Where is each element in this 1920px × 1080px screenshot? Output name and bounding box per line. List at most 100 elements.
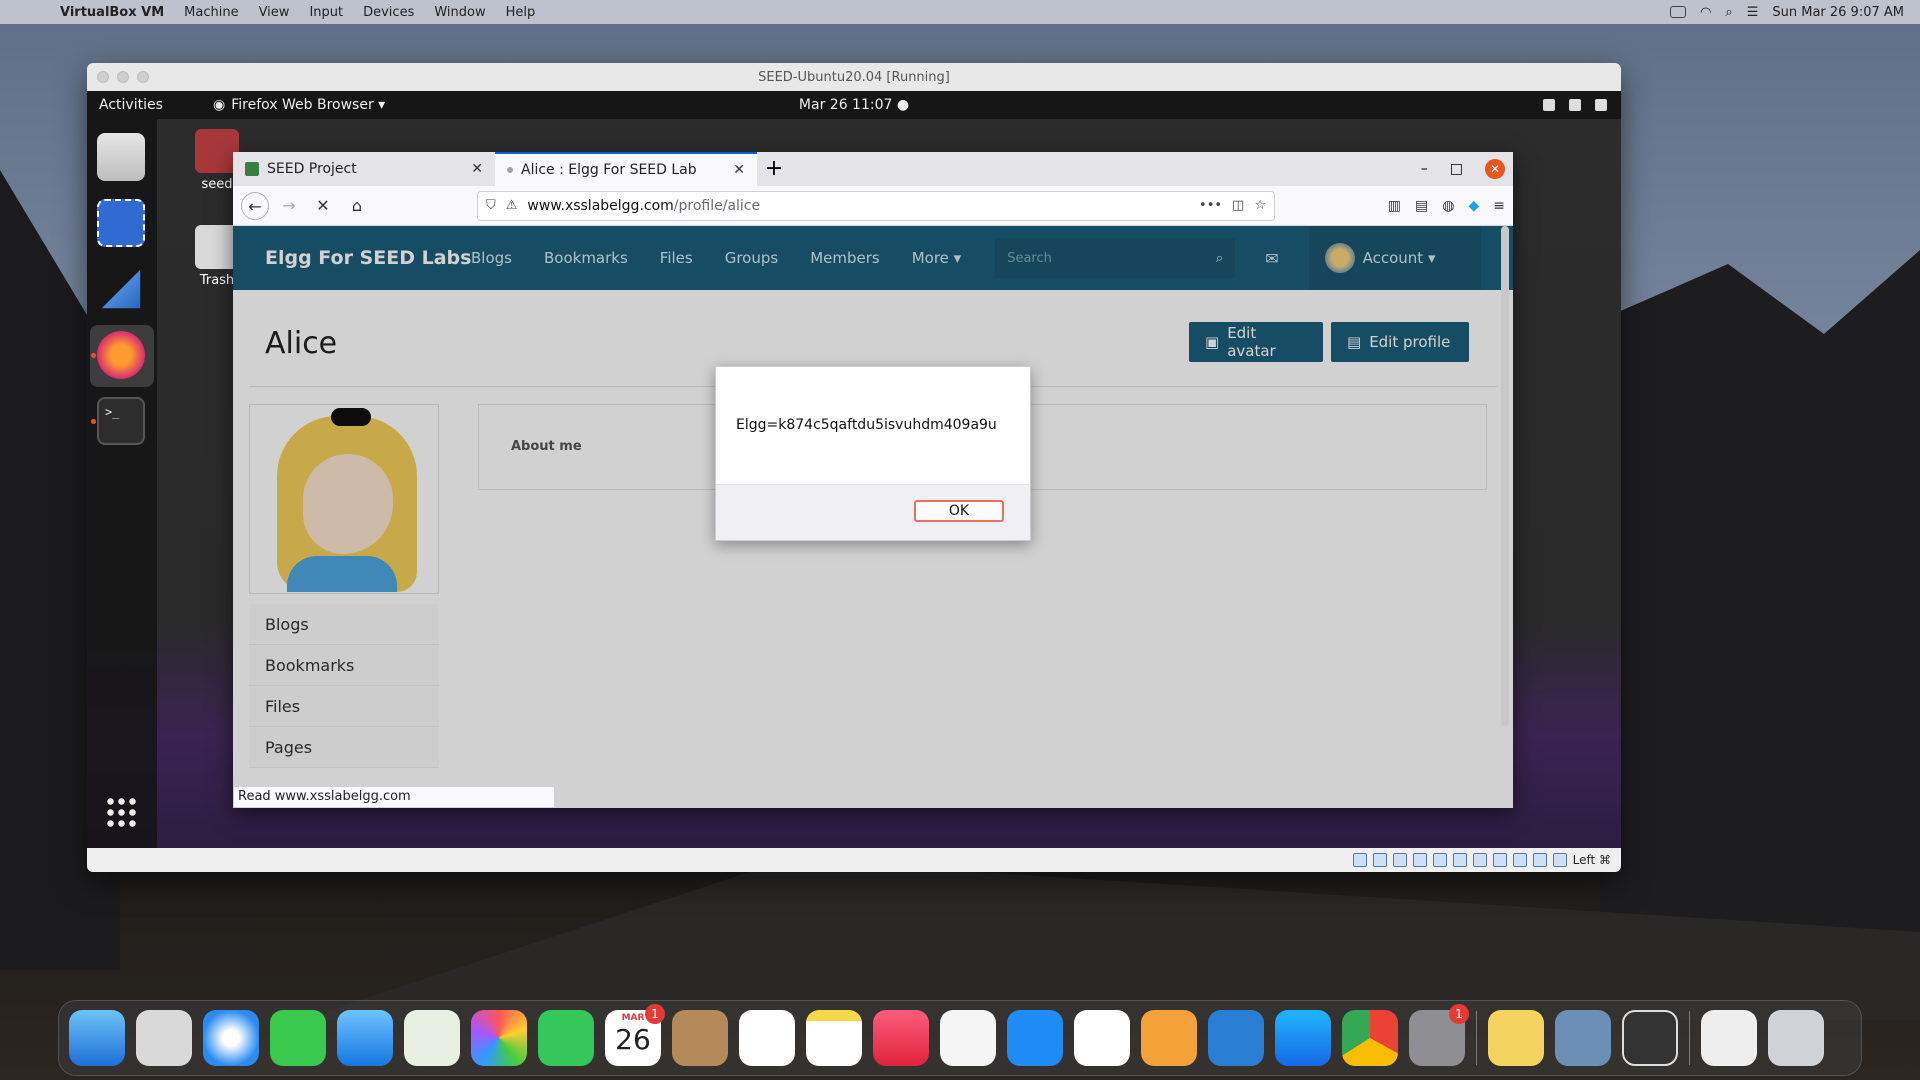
mouse-integration-icon[interactable] <box>1532 853 1547 867</box>
mac-dock: MAR 26 1 1 <box>58 1000 1862 1076</box>
tracking-shield-icon[interactable]: ⛉ <box>486 198 496 213</box>
system-settings-icon[interactable]: 1 <box>1409 1004 1469 1066</box>
library-icon[interactable]: ▥ <box>1388 198 1401 214</box>
sidebar-icon[interactable]: ▤ <box>1415 198 1428 214</box>
documents-stack-icon[interactable] <box>1701 1010 1757 1066</box>
running-indicator <box>91 419 96 424</box>
stop-loading-button[interactable]: ✕ <box>309 192 337 220</box>
bookmark-star-icon[interactable]: ☆ <box>1254 198 1266 213</box>
menu-window[interactable]: Window <box>424 5 495 20</box>
seed-favicon-icon <box>245 162 259 176</box>
news-icon[interactable] <box>940 1010 996 1066</box>
menu-view[interactable]: View <box>249 5 300 20</box>
network-adapter-icon[interactable] <box>1412 853 1427 867</box>
notes-icon[interactable] <box>806 1010 862 1066</box>
tab-close-icon[interactable]: ✕ <box>733 162 745 178</box>
menu-devices[interactable]: Devices <box>353 5 424 20</box>
contacts-icon[interactable] <box>672 1010 728 1066</box>
app-menu[interactable]: ◉ Firefox Web Browser ▾ <box>213 97 385 113</box>
music-icon[interactable] <box>873 1010 929 1066</box>
tab-close-icon[interactable]: ✕ <box>471 161 483 177</box>
hamburger-menu-icon[interactable]: ≡ <box>1493 198 1505 214</box>
optical-drive-icon[interactable] <box>1372 853 1387 867</box>
firefox-app-icon[interactable] <box>97 331 145 379</box>
close-icon[interactable]: ✕ <box>1485 159 1505 179</box>
close-window-button[interactable] <box>97 71 109 83</box>
pocket-icon[interactable]: ◫ <box>1232 198 1244 213</box>
files-app-icon[interactable] <box>97 133 145 181</box>
menu-machine[interactable]: Machine <box>174 5 248 20</box>
url-path: /profile/alice <box>673 197 761 214</box>
account-icon[interactable]: ◍ <box>1442 198 1454 214</box>
safari-icon[interactable] <box>203 1010 259 1066</box>
back-button[interactable]: ← <box>241 191 269 220</box>
new-tab-button[interactable]: + <box>757 152 791 186</box>
extension-icon[interactable]: ◆ <box>1468 198 1479 214</box>
menu-app-name[interactable]: VirtualBox VM <box>50 5 174 20</box>
launchpad-icon[interactable] <box>136 1010 192 1066</box>
menu-help[interactable]: Help <box>496 5 546 20</box>
maps-icon[interactable] <box>404 1010 460 1066</box>
virtualbox-icon[interactable] <box>1555 1010 1611 1066</box>
audio-icon[interactable] <box>1392 853 1407 867</box>
reminders-icon[interactable] <box>739 1010 795 1066</box>
display-icon[interactable] <box>1472 853 1487 867</box>
wifi-icon[interactable]: ◠ <box>1700 5 1711 20</box>
power-icon[interactable] <box>1595 99 1607 111</box>
maximize-icon[interactable]: □ <box>1450 161 1463 177</box>
wallpaper-mountain-right <box>1600 250 1920 950</box>
facetime-icon[interactable] <box>538 1010 594 1066</box>
home-button[interactable]: ⌂ <box>343 192 371 220</box>
hard-disk-icon[interactable] <box>1352 853 1367 867</box>
terminal-app-icon[interactable]: >_ <box>97 397 145 445</box>
tab-label: Alice : Elgg For SEED Lab <box>521 162 697 178</box>
network-icon[interactable] <box>1543 99 1555 111</box>
cpu-icon[interactable] <box>1512 853 1527 867</box>
forward-button[interactable]: → <box>275 192 303 220</box>
show-applications-icon[interactable] <box>105 796 137 828</box>
photos-icon[interactable] <box>471 1010 527 1066</box>
minimize-icon[interactable]: – <box>1421 161 1428 177</box>
activities-button[interactable]: Activities <box>87 97 197 113</box>
tab-seed-project[interactable]: SEED Project ✕ <box>233 152 495 186</box>
numbers-icon[interactable] <box>1074 1010 1130 1066</box>
vscode-icon[interactable] <box>1208 1010 1264 1066</box>
ok-button[interactable]: OK <box>914 500 1004 522</box>
calendar-badge: 1 <box>645 1004 665 1024</box>
stickies-icon[interactable] <box>1488 1010 1544 1066</box>
menu-input[interactable]: Input <box>299 5 353 20</box>
volume-icon[interactable] <box>1569 99 1581 111</box>
pages-icon[interactable] <box>1141 1010 1197 1066</box>
tab-alice-profile[interactable]: Alice : Elgg For SEED Lab ✕ <box>495 152 757 186</box>
page-scrollbar[interactable] <box>1501 226 1509 726</box>
chrome-icon[interactable] <box>1342 1010 1398 1066</box>
usb-icon[interactable] <box>1432 853 1447 867</box>
zoom-window-button[interactable] <box>137 71 149 83</box>
screenshot-app-icon[interactable] <box>97 199 145 247</box>
wireshark-app-icon[interactable] <box>101 269 141 309</box>
url-text[interactable]: www.xsslabelgg.com/profile/alice <box>527 198 1189 214</box>
control-center-icon[interactable]: ☰ <box>1747 5 1759 20</box>
minimize-window-button[interactable] <box>117 71 129 83</box>
shared-folders-icon[interactable] <box>1452 853 1467 867</box>
battery-icon[interactable] <box>1670 6 1687 18</box>
mail-icon[interactable] <box>337 1010 393 1066</box>
firefox-small-icon: ◉ <box>213 97 226 113</box>
vbox-titlebar[interactable]: SEED-Ubuntu20.04 [Running] <box>87 63 1621 91</box>
app-store-icon[interactable] <box>1275 1010 1331 1066</box>
page-actions-icon[interactable]: ••• <box>1199 198 1222 213</box>
insecure-lock-icon[interactable]: ⚠ <box>506 198 518 213</box>
keyboard-capture-icon[interactable] <box>1552 853 1567 867</box>
calendar-day: 26 <box>615 1023 651 1056</box>
trash-icon[interactable] <box>1768 1010 1824 1066</box>
keynote-icon[interactable] <box>1007 1010 1063 1066</box>
messages-icon[interactable] <box>270 1010 326 1066</box>
recording-icon[interactable] <box>1492 853 1507 867</box>
vm-preview-icon[interactable] <box>1622 1010 1678 1066</box>
menubar-clock[interactable]: Sun Mar 26 9:07 AM <box>1772 5 1904 20</box>
url-bar[interactable]: ⛉ ⚠ www.xsslabelgg.com/profile/alice •••… <box>477 190 1275 221</box>
menubar-tray: ◠ ⌕ ☰ Sun Mar 26 9:07 AM <box>1670 5 1920 20</box>
finder-icon[interactable] <box>69 1010 125 1066</box>
search-icon[interactable]: ⌕ <box>1725 5 1732 20</box>
calendar-icon[interactable]: MAR 26 1 <box>605 1004 665 1066</box>
